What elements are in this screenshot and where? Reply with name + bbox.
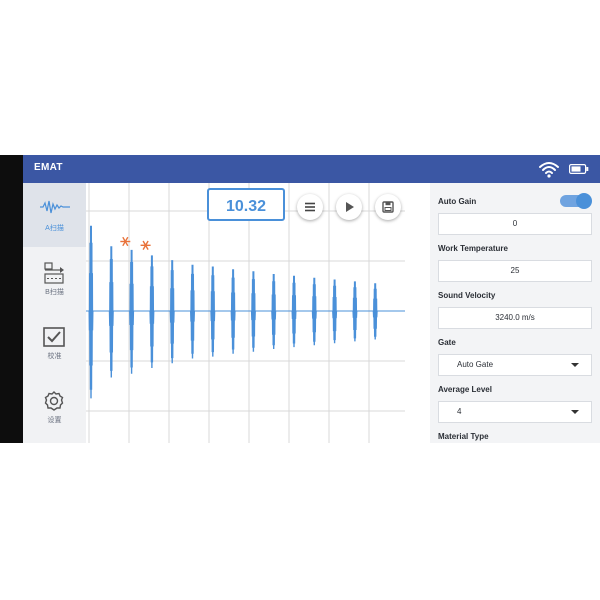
play-button[interactable] <box>336 194 362 220</box>
auto-gain-field[interactable]: 0 <box>438 213 592 235</box>
battery-icon <box>569 164 589 174</box>
average-level-label: Average Level <box>438 385 492 394</box>
peak-marker <box>140 240 151 250</box>
echo-pulse <box>250 271 256 352</box>
sidebar: A扫描 B扫描 校准 设置 <box>23 183 86 443</box>
average-level-select[interactable]: 4 <box>438 401 592 423</box>
chevron-down-icon <box>571 410 579 414</box>
sidebar-item-label: 设置 <box>47 417 62 424</box>
auto-gain-toggle[interactable] <box>560 193 592 209</box>
a-scan-waveform-icon <box>40 200 70 214</box>
echo-pulse <box>230 269 236 354</box>
gate-label: Gate <box>438 338 456 347</box>
chevron-down-icon <box>571 363 579 367</box>
echo-pulse <box>210 266 216 357</box>
sidebar-item-calibrate[interactable]: 校准 <box>23 311 86 375</box>
sound-velocity-label: Sound Velocity <box>438 291 496 300</box>
sidebar-item-label: B扫描 <box>45 289 64 296</box>
echo-pulse <box>88 225 94 399</box>
save-button[interactable] <box>375 194 401 220</box>
save-icon <box>382 201 394 213</box>
echo-pulse <box>129 249 135 374</box>
average-level-value: 4 <box>457 407 462 416</box>
auto-gain-label: Auto Gain <box>438 197 477 206</box>
echo-pulse <box>108 246 114 378</box>
echo-pulse <box>169 260 175 364</box>
sidebar-item-b-scan[interactable]: B扫描 <box>23 247 86 311</box>
work-temperature-label: Work Temperature <box>438 244 508 253</box>
echo-pulse <box>271 273 277 350</box>
app-title: EMAT <box>34 162 63 173</box>
gate-select-value: Auto Gate <box>457 360 494 369</box>
echo-pulse <box>372 283 378 340</box>
gear-icon <box>44 391 64 411</box>
top-bar: EMAT <box>23 155 600 183</box>
echo-pulse <box>291 275 297 348</box>
toggle-knob <box>576 193 592 209</box>
sound-velocity-field[interactable]: 3240.0 m/s <box>438 307 592 329</box>
left-bezel <box>0 155 23 443</box>
echo-pulse <box>190 264 195 359</box>
echo-pulse <box>311 277 317 346</box>
material-type-label: Material Type <box>438 432 489 441</box>
echo-pulse <box>332 279 338 344</box>
echo-pulse <box>149 255 155 369</box>
sidebar-item-settings[interactable]: 设置 <box>23 375 86 439</box>
wifi-icon <box>539 162 559 178</box>
play-icon <box>346 202 354 212</box>
sidebar-item-a-scan[interactable]: A扫描 <box>23 183 86 247</box>
menu-button[interactable] <box>297 194 323 220</box>
gate-select[interactable]: Auto Gate <box>438 354 592 376</box>
settings-panel: Auto Gain 0 Work Temperature 25 Sound Ve… <box>430 183 600 443</box>
work-temperature-field[interactable]: 25 <box>438 260 592 282</box>
b-scan-icon <box>44 262 64 284</box>
menu-icon <box>305 202 315 212</box>
thickness-readout: 10.32 <box>207 188 285 221</box>
checkbox-icon <box>43 327 65 347</box>
sidebar-item-label: 校准 <box>47 353 62 360</box>
sidebar-item-label: A扫描 <box>45 225 64 232</box>
echo-pulse <box>352 281 358 342</box>
